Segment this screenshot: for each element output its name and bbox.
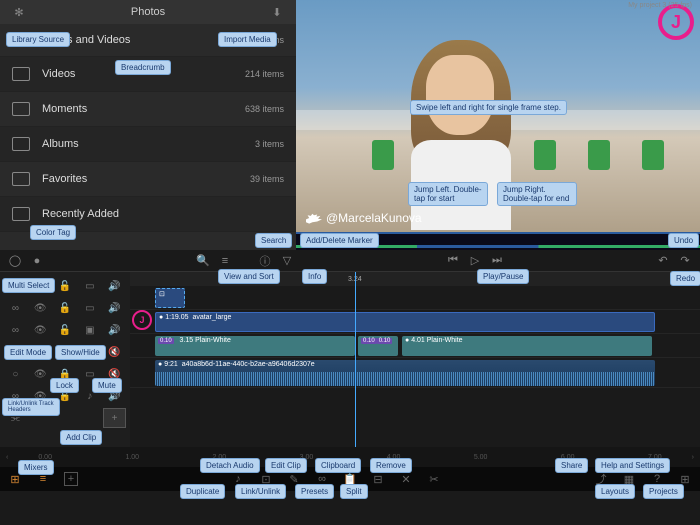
marker-icon[interactable]: ▽	[280, 254, 294, 268]
sidebar-item-albums[interactable]: Albums 3 items	[0, 127, 296, 162]
favorites-icon	[12, 172, 30, 186]
remove-icon[interactable]: ✕	[399, 472, 413, 486]
tip-mute: Mute	[92, 378, 122, 393]
recent-icon	[12, 207, 30, 221]
tip-color-tag: Color Tag	[30, 225, 76, 240]
tip-library-source: Library Source	[6, 32, 70, 47]
tip-viewsort: View and Sort	[218, 269, 280, 284]
audio-clip[interactable]: ● 9:21 a40a8b6d-11ae-440c-b2ae-a96406d23…	[155, 360, 655, 386]
tip-multi: Multi Select	[2, 278, 55, 293]
tracks-area[interactable]: 3.24 ⊡ J ● 1:19.05 avatar_large 0.10 3.1…	[130, 272, 700, 447]
record-icon[interactable]: ●	[30, 254, 44, 268]
brand-logo: J	[658, 4, 694, 40]
add-icon[interactable]: +	[64, 472, 78, 486]
lock-open-icon[interactable]: 🔓	[54, 276, 77, 296]
tip-swipe: Swipe left and right for single frame st…	[410, 100, 567, 115]
tip-duplicate: Duplicate	[180, 484, 225, 499]
tip-edit-clip: Edit Clip	[265, 458, 307, 473]
tip-edit-mode: Edit Mode	[4, 345, 52, 360]
tip-help: Help and Settings	[595, 458, 670, 473]
jump-right-icon[interactable]: ⏭	[490, 254, 504, 268]
title-clip-1[interactable]: 0.10 3.15 Plain-White	[155, 336, 355, 356]
tip-split: Split	[340, 484, 368, 499]
tip-link-headers: Link/Unlink Track Headers	[2, 398, 60, 416]
albums-icon	[12, 137, 30, 151]
tip-presets: Presets	[295, 484, 334, 499]
tip-info: Info	[302, 269, 327, 284]
timeline-ruler[interactable]: 3.24	[130, 272, 700, 286]
clip-icon[interactable]: ▭	[78, 276, 101, 296]
tip-show-hide: Show/Hide	[55, 345, 106, 360]
sort-icon[interactable]: ≡	[218, 254, 232, 268]
sidebar-item-favorites[interactable]: Favorites 39 items	[0, 162, 296, 197]
title-clip-2[interactable]: 0.100.10	[358, 336, 398, 356]
edit-circle-icon[interactable]: ○	[4, 364, 27, 384]
timeline: ∞👁🔓▭🔊 ∞👁🔓▭🔊 ∞👁🔓▣🔊 ∞👁🔓T🔇 ○👁🔒▭🔇 ∞👁🔓♪🔊 ⫘+ 3…	[0, 272, 700, 447]
video-preview[interactable]: J @MarcelaKunova	[296, 0, 700, 250]
video-clip[interactable]: ● 1:19.05 avatar_large	[155, 312, 655, 332]
sidebar-title: Photos	[131, 6, 165, 18]
tip-layouts: Layouts	[595, 484, 635, 499]
tip-breadcrumb: Breadcrumb	[115, 60, 171, 75]
tip-lock: Lock	[50, 378, 79, 393]
empty-clip[interactable]: ⊡	[155, 288, 185, 308]
settings-icon[interactable]: ✻	[12, 5, 26, 19]
tip-search: Search	[255, 233, 292, 248]
split-icon[interactable]: ✂	[427, 472, 441, 486]
import-icon[interactable]: ⬇	[270, 5, 284, 19]
tip-jump-left: Jump Left. Double-tap for start	[408, 182, 488, 206]
project-info: My project 3 (25 fps)	[628, 2, 692, 9]
presets-icon[interactable]: ⊟	[371, 472, 385, 486]
main-toolbar: ◯ ● 🔍 ≡ ⓘ ▽ ⏮ ▷ ⏭ My project 3 (25 fps) …	[0, 250, 700, 272]
redo-icon[interactable]: ↷	[678, 254, 692, 268]
tip-play: Play/Pause	[477, 269, 529, 284]
tip-projects: Projects	[643, 484, 684, 499]
speaker-icon[interactable]: 🔊	[103, 276, 126, 296]
tip-linkunlink: Link/Unlink	[235, 484, 286, 499]
sidebar-header: ✻ Photos ⬇	[0, 0, 296, 24]
sidebar-item-moments[interactable]: Moments 638 items	[0, 92, 296, 127]
tip-mixers: Mixers	[18, 460, 54, 475]
tip-remove: Remove	[370, 458, 412, 473]
tip-undo: Undo	[668, 233, 699, 248]
search-icon[interactable]: 🔍	[196, 254, 210, 268]
play-icon[interactable]: ▷	[468, 254, 482, 268]
tip-import: Import Media	[218, 32, 277, 47]
title-clip-3[interactable]: ● 4.01 Plain-White	[402, 336, 652, 356]
info-icon[interactable]: ⓘ	[258, 254, 272, 268]
jump-left-icon[interactable]: ⏮	[446, 254, 460, 268]
tip-add-clip: Add Clip	[60, 430, 102, 445]
tip-marker: Add/Delete Marker	[300, 233, 379, 248]
moments-icon	[12, 102, 30, 116]
tip-share: Share	[555, 458, 588, 473]
tip-jump-right: Jump Right. Double-tap for end	[497, 182, 577, 206]
twitter-handle: @MarcelaKunova	[306, 211, 422, 225]
tip-redo: Redo	[670, 271, 700, 286]
brand-badge: J	[132, 310, 152, 330]
multiselect-icon[interactable]: ◯	[8, 254, 22, 268]
tip-clipboard: Clipboard	[315, 458, 361, 473]
video-icon	[12, 67, 30, 81]
playhead[interactable]	[355, 272, 356, 447]
undo-icon[interactable]: ↶	[656, 254, 670, 268]
tip-detach: Detach Audio	[200, 458, 260, 473]
twitter-icon	[306, 211, 322, 225]
add-clip-icon[interactable]: +	[103, 408, 126, 428]
